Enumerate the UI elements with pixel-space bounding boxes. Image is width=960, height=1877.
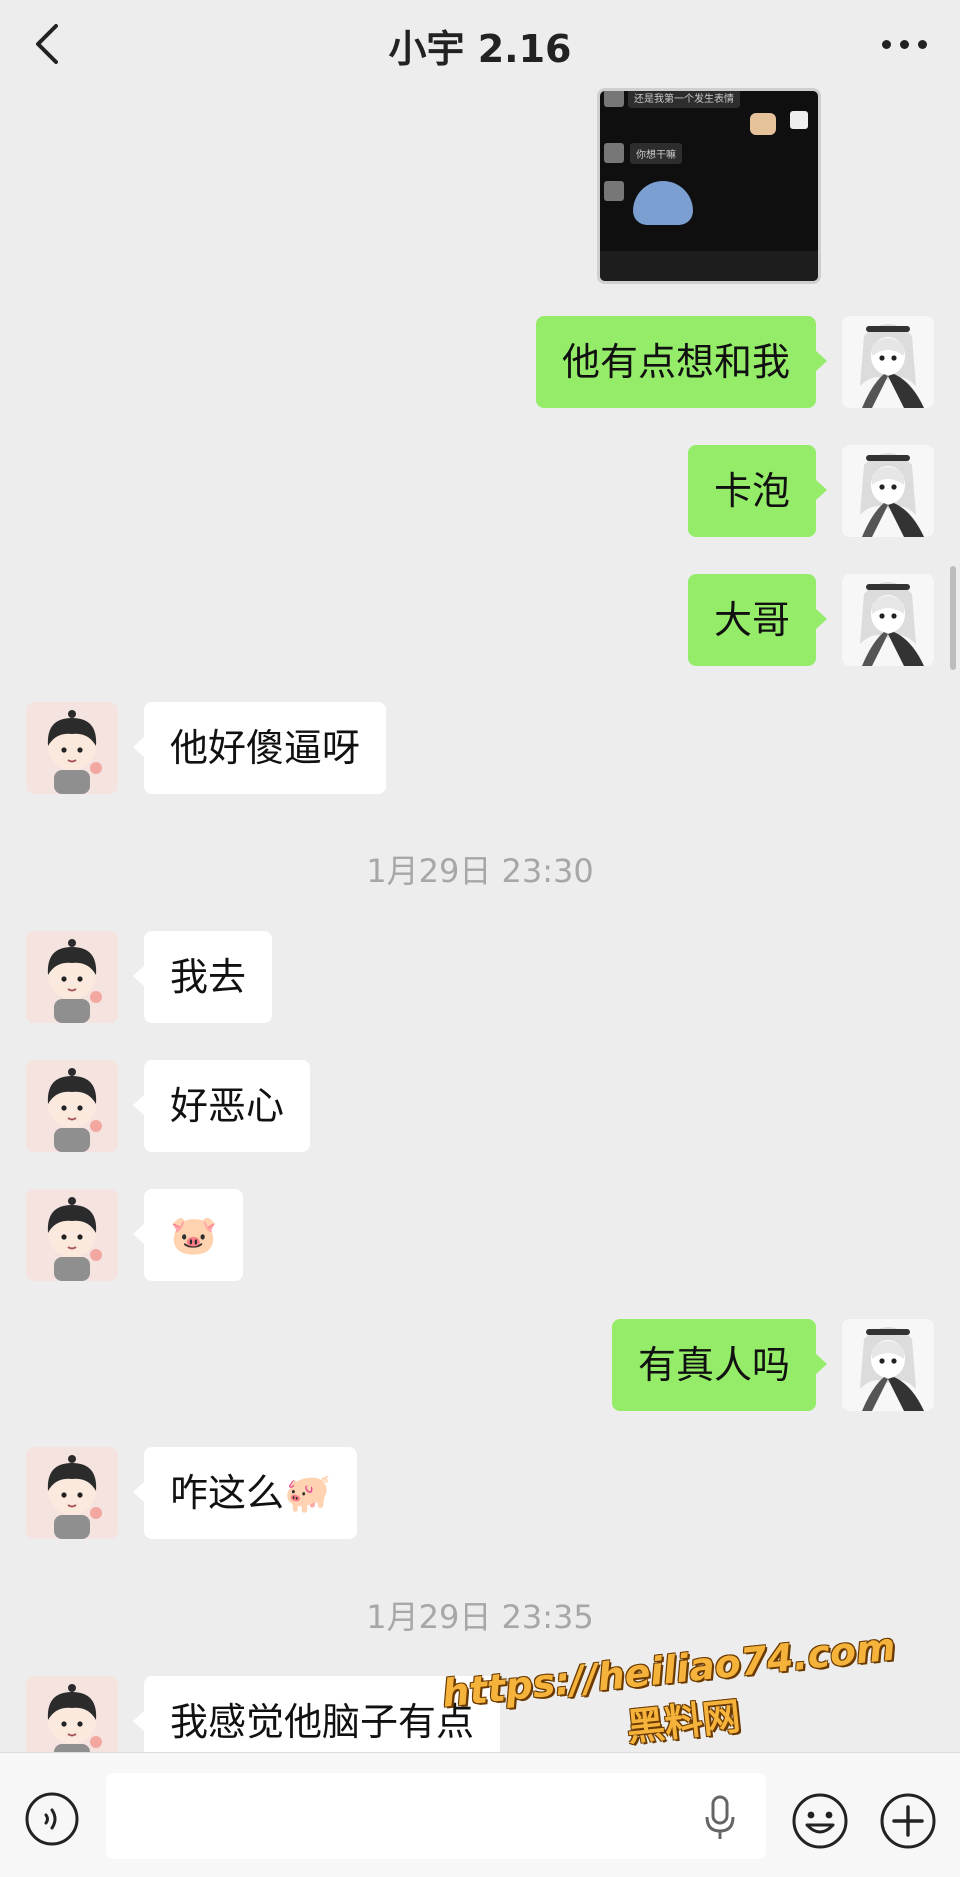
emoji-icon[interactable] bbox=[790, 1791, 850, 1851]
message-bubble[interactable]: 他有点想和我 bbox=[535, 316, 828, 408]
input-bar bbox=[0, 1752, 960, 1877]
add-icon[interactable] bbox=[878, 1791, 938, 1851]
avatar-self[interactable] bbox=[842, 1319, 934, 1411]
more-options-icon[interactable] bbox=[880, 40, 930, 52]
message-bubble[interactable]: 🐷 bbox=[132, 1189, 244, 1281]
timestamp: 1月29日 23:35 bbox=[366, 1598, 594, 1636]
message-bubble[interactable]: 卡泡 bbox=[687, 445, 828, 537]
microphone-icon[interactable] bbox=[700, 1793, 740, 1843]
mini-message: 还是我第一个发生表情 bbox=[628, 91, 740, 108]
message-bubble[interactable]: 大哥 bbox=[687, 574, 828, 666]
voice-mode-icon[interactable] bbox=[24, 1791, 80, 1847]
message-bubble[interactable]: 我感觉他脑子有点 bbox=[132, 1676, 501, 1752]
message-bubble[interactable]: 有真人吗 bbox=[611, 1319, 828, 1411]
avatar-self[interactable] bbox=[842, 445, 934, 537]
message-bubble[interactable]: 我去 bbox=[132, 931, 273, 1023]
shared-screenshot-image[interactable]: 还是我第一个发生表情 你想干嘛 bbox=[597, 88, 821, 284]
message-bubble[interactable]: 咋这么🐖 bbox=[132, 1447, 358, 1539]
message-bubble[interactable]: 他好傻逼呀 bbox=[132, 702, 387, 794]
mini-input-bar bbox=[600, 251, 818, 281]
avatar-other[interactable] bbox=[26, 931, 118, 1023]
avatar-other[interactable] bbox=[26, 702, 118, 794]
message-list[interactable]: 还是我第一个发生表情 你想干嘛 他有点想和我 卡泡 大哥 他好傻逼呀 1月29日… bbox=[0, 88, 960, 1752]
message-input[interactable] bbox=[106, 1773, 766, 1859]
avatar-other[interactable] bbox=[26, 1060, 118, 1152]
message-bubble[interactable]: 好恶心 bbox=[132, 1060, 311, 1152]
avatar-other[interactable] bbox=[26, 1189, 118, 1281]
chat-header: 小宇 2.16 bbox=[0, 0, 960, 88]
avatar-other[interactable] bbox=[26, 1447, 118, 1539]
scrollbar[interactable] bbox=[950, 566, 956, 670]
hippo-sticker-icon bbox=[633, 181, 693, 225]
timestamp: 1月29日 23:30 bbox=[366, 852, 594, 890]
avatar-self[interactable] bbox=[842, 316, 934, 408]
chat-title: 小宇 2.16 bbox=[388, 27, 572, 71]
avatar-other[interactable] bbox=[26, 1676, 118, 1752]
mini-message: 你想干嘛 bbox=[630, 143, 682, 164]
sticker-icon bbox=[750, 113, 776, 135]
avatar-self[interactable] bbox=[842, 574, 934, 666]
